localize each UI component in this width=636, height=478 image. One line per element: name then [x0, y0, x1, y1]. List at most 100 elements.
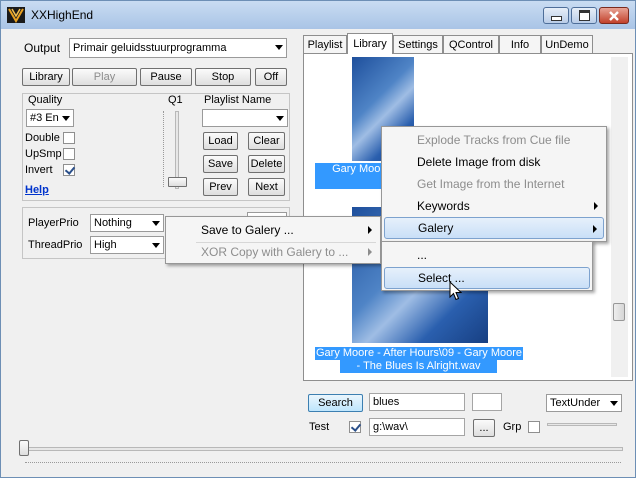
position-slider-thumb[interactable] [19, 440, 29, 456]
display-mode-value: TextUnder [550, 397, 601, 409]
scrollbar-thumb[interactable] [613, 303, 625, 321]
tab-qcontrol[interactable]: QControl [443, 35, 499, 53]
menu-item-galery[interactable]: Galery [384, 217, 604, 239]
search-extra-input[interactable] [472, 393, 502, 411]
tab-settings[interactable]: Settings [393, 35, 443, 53]
threadprio-value: High [94, 239, 117, 251]
play-button[interactable]: Play [72, 68, 137, 86]
threadprio-label: ThreadPrio [28, 239, 83, 251]
double-label: Double [25, 132, 60, 144]
app-logo-icon [7, 7, 25, 23]
quality-select[interactable]: #3 En [26, 109, 74, 127]
submenu-arrow-icon [594, 202, 598, 210]
title-bar[interactable]: XXHighEnd [1, 1, 635, 29]
menu-item-label: ... [417, 248, 428, 262]
window-title: XXHighEnd [31, 8, 94, 22]
library-scrollbar[interactable] [611, 57, 628, 377]
submenu-arrow-icon [368, 226, 372, 234]
next-button[interactable]: Next [248, 178, 285, 196]
playlist-name-label: Playlist Name [204, 94, 272, 106]
slider-ticks [163, 111, 168, 187]
submenu-arrow-icon [593, 225, 597, 233]
menu-item-save-to-galery[interactable]: Save to Galery ... [168, 219, 378, 241]
position-slider-ticks [25, 462, 621, 467]
output-select[interactable]: Primair geluidsstuurprogramma [69, 38, 287, 58]
menu-item-label: XOR Copy with Galery to ... [201, 245, 349, 259]
maximize-button[interactable] [571, 7, 597, 24]
quality-label: Quality [28, 94, 63, 106]
maximize-icon [578, 10, 590, 21]
library-item-2-line2[interactable]: - The Blues Is Alright.wav [340, 360, 497, 373]
browse-button[interactable]: ... [473, 419, 495, 437]
search-button[interactable]: Search [308, 394, 363, 412]
menu-item-label: Save to Galery ... [201, 223, 294, 237]
double-checkbox[interactable] [63, 132, 75, 144]
display-mode-select[interactable]: TextUnder [546, 394, 622, 412]
clear-button[interactable]: Clear [248, 132, 285, 150]
menu-item-label: Keywords [417, 199, 470, 213]
playerprio-value: Nothing [94, 217, 132, 229]
quality-slider-thumb[interactable] [168, 177, 187, 187]
menu-item-keywords[interactable]: Keywords [384, 195, 604, 217]
context-menu-right: Explode Tracks from Cue file Delete Imag… [381, 126, 607, 242]
load-button[interactable]: Load [203, 132, 238, 150]
search-input[interactable]: blues [369, 393, 465, 411]
submenu-item-select[interactable]: Select ... [384, 267, 590, 289]
invert-checkbox[interactable] [63, 164, 75, 176]
menu-item-get-image[interactable]: Get Image from the Internet [384, 173, 604, 195]
submenu-arrow-icon [368, 248, 372, 256]
chevron-down-icon [276, 116, 284, 121]
chevron-down-icon [62, 116, 70, 121]
off-button[interactable]: Off [255, 68, 287, 86]
chevron-down-icon [152, 221, 160, 226]
quality-value: #3 En [30, 112, 59, 124]
output-label: Output [24, 41, 61, 55]
chevron-down-icon [275, 45, 283, 50]
prev-button[interactable]: Prev [203, 178, 238, 196]
submenu-item-ellipsis[interactable]: ... [384, 244, 590, 266]
q1-label: Q1 [168, 94, 183, 106]
grp-label: Grp [503, 421, 522, 433]
library-button[interactable]: Library [22, 68, 70, 86]
path-input[interactable]: g:\wav\ [369, 418, 465, 436]
chevron-down-icon [152, 243, 160, 248]
invert-label: Invert [25, 164, 53, 176]
galery-submenu: ... Select ... [381, 241, 593, 291]
library-item-2-line1[interactable]: Gary Moore - After Hours\09 - Gary Moore [315, 347, 523, 360]
threadprio-select[interactable]: High [90, 236, 164, 254]
minimize-icon [550, 16, 562, 21]
main-window: XXHighEnd Output Primair geluidsstuurpro… [0, 0, 636, 478]
tab-playlist[interactable]: Playlist [303, 35, 347, 53]
help-link[interactable]: Help [25, 184, 49, 196]
grp-checkbox[interactable] [528, 421, 540, 433]
position-slider-track[interactable] [23, 447, 623, 451]
stop-button[interactable]: Stop [195, 68, 251, 86]
playerprio-select[interactable]: Nothing [90, 214, 164, 232]
menu-item-explode-tracks[interactable]: Explode Tracks from Cue file [384, 129, 604, 151]
grp-slider[interactable] [547, 423, 617, 426]
playlist-name-select[interactable] [202, 109, 288, 127]
minimize-button[interactable] [543, 7, 569, 24]
close-button[interactable] [599, 7, 629, 24]
output-value: Primair geluidsstuurprogramma [73, 42, 227, 54]
menu-item-label: Get Image from the Internet [417, 177, 565, 191]
save-button[interactable]: Save [203, 155, 238, 173]
menu-item-delete-image[interactable]: Delete Image from disk [384, 151, 604, 173]
test-label: Test [309, 421, 330, 433]
playerprio-label: PlayerPrio [28, 217, 79, 229]
test-checkbox[interactable] [349, 421, 361, 433]
context-menu-left: Save to Galery ... XOR Copy with Galery … [165, 216, 381, 264]
delete-button[interactable]: Delete [248, 155, 285, 173]
upsmp-checkbox[interactable] [63, 148, 75, 160]
chevron-down-icon [610, 401, 618, 406]
menu-item-xor-copy[interactable]: XOR Copy with Galery to ... [168, 241, 378, 263]
close-icon [609, 10, 619, 21]
tab-undemo[interactable]: UnDemo [541, 35, 593, 53]
menu-item-label: Delete Image from disk [417, 155, 541, 169]
menu-item-label: Explode Tracks from Cue file [417, 133, 571, 147]
pause-button[interactable]: Pause [140, 68, 192, 86]
upsmp-label: UpSmp [25, 148, 62, 160]
menu-item-label: Galery [418, 221, 454, 235]
tab-info[interactable]: Info [499, 35, 541, 53]
tab-library[interactable]: Library [347, 33, 393, 54]
